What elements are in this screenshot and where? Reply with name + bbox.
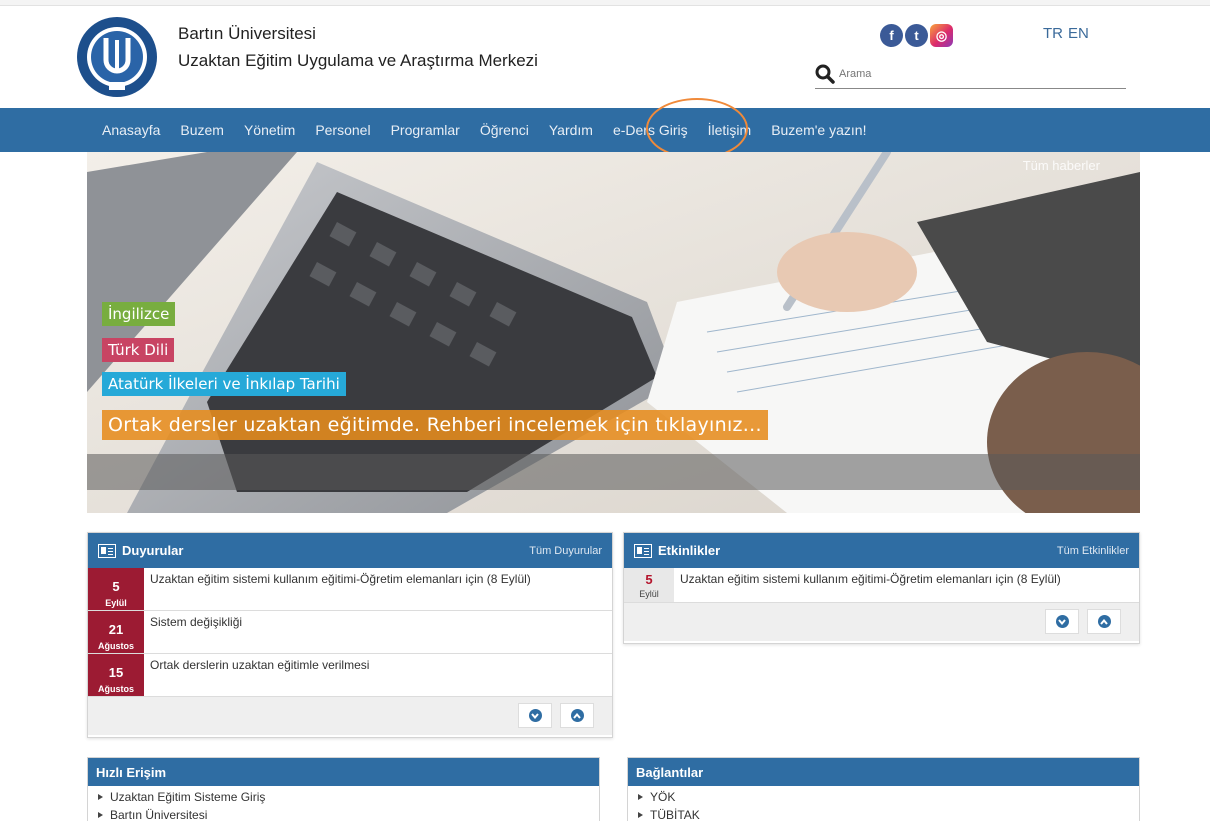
search-input[interactable] [839,68,1119,80]
date-badge: 5 Eylül [624,568,674,602]
lang-tr[interactable]: TR [1043,25,1063,42]
all-announcements-link[interactable]: Tüm Duyurular [529,545,602,557]
announcements-panel: Duyurular Tüm Duyurular 5 Eylül Uzaktan … [87,532,613,738]
quick-access-title: Hızlı Erişim [96,764,167,780]
chevron-down-icon [1055,615,1069,628]
twitter-icon[interactable]: t [905,24,928,47]
university-logo[interactable] [76,16,158,98]
main-nav: Anasayfa Buzem Yönetim Personel Programl… [0,108,1210,152]
lang-en[interactable]: EN [1068,25,1089,42]
nav-programlar[interactable]: Programlar [391,122,460,138]
date-day: 5 [112,579,120,594]
events-panel: Etkinlikler Tüm Etkinlikler 5 Eylül Uzak… [623,532,1140,644]
date-month: Eylül [639,588,659,599]
date-month: Ağustos [98,684,134,694]
announcements-footer [88,697,612,735]
facebook-icon[interactable]: f [880,24,903,47]
announcements-title: Duyurular [122,543,184,558]
announcement-item[interactable]: 21 Ağustos Sistem değişikliği [88,611,612,654]
all-news-link[interactable]: Tüm haberler [1023,158,1100,173]
date-badge: 15 Ağustos [88,654,144,696]
hero-cta[interactable]: Ortak dersler uzaktan eğitimde. Rehberi … [102,410,768,440]
date-badge: 5 Eylül [88,568,144,610]
language-switcher: TR EN [1043,25,1089,42]
scroll-up-button[interactable] [1087,609,1121,634]
nav-yonetim[interactable]: Yönetim [244,122,295,138]
date-day: 21 [108,622,124,637]
quick-link-item[interactable]: Uzaktan Eğitim Sisteme Giriş [98,790,589,804]
quick-access-panel: Hızlı Erişim Uzaktan Eğitim Sisteme Giri… [87,757,600,821]
tag-english[interactable]: İngilizce [102,302,176,326]
page: Bartın Üniversitesi Uzaktan Eğitim Uygul… [0,0,1210,821]
date-day: 15 [108,665,124,680]
chevron-down-icon [528,709,542,722]
scroll-down-button[interactable] [518,703,552,728]
search-icon[interactable] [815,64,835,84]
link-item[interactable]: YÖK [638,790,1129,804]
date-month: Eylül [105,598,127,608]
events-header: Etkinlikler Tüm Etkinlikler [624,533,1139,568]
instagram-icon[interactable]: ◎ [930,24,953,47]
news-icon [98,543,116,558]
nav-buzeme-yazin[interactable]: Buzem'e yazın! [771,122,866,138]
links-panel: Bağlantılar YÖK TÜBİTAK [627,757,1140,821]
announcement-item[interactable]: 15 Ağustos Ortak derslerin uzaktan eğiti… [88,654,612,697]
event-text[interactable]: Uzaktan eğitim sistemi kullanım eğitimi-… [674,568,1067,602]
date-month: Ağustos [98,641,134,651]
event-item[interactable]: 5 Eylül Uzaktan eğitim sistemi kullanım … [624,568,1139,603]
hero-slider[interactable]: Tüm haberler İngilizce Türk Dili Atatürk… [87,152,1140,513]
announcement-text[interactable]: Sistem değişikliği [144,611,248,653]
announcement-text[interactable]: Uzaktan eğitim sistemi kullanım eğitimi-… [144,568,537,610]
tag-ataturk[interactable]: Atatürk İlkeleri ve İnkılap Tarihi [102,372,346,396]
links-title: Bağlantılar [636,764,704,780]
social-links: f t ◎ [880,24,953,47]
all-events-link[interactable]: Tüm Etkinlikler [1057,545,1129,557]
date-badge: 21 Ağustos [88,611,144,653]
scroll-down-button[interactable] [1045,609,1079,634]
chevron-up-icon [570,709,584,722]
top-strip [0,0,1210,6]
nav-anasayfa[interactable]: Anasayfa [102,122,160,138]
search-box [815,60,1126,89]
links-header: Bağlantılar [628,758,1139,786]
tag-turkish[interactable]: Türk Dili [102,338,175,362]
hero-caption-bar [87,454,1140,490]
nav-yardim[interactable]: Yardım [549,122,593,138]
announcement-item[interactable]: 5 Eylül Uzaktan eğitim sistemi kullanım … [88,568,612,611]
events-title: Etkinlikler [658,543,721,558]
nav-iletisim[interactable]: İletişim [708,122,752,138]
quick-access-header: Hızlı Erişim [88,758,599,786]
center-name[interactable]: Uzaktan Eğitim Uygulama ve Araştırma Mer… [178,51,538,71]
news-icon [634,543,652,558]
nav-ogrenci[interactable]: Öğrenci [480,122,529,138]
quick-link-item[interactable]: Bartın Üniversitesi [98,808,589,821]
nav-personel[interactable]: Personel [315,122,370,138]
date-day: 5 [645,571,653,587]
scroll-up-button[interactable] [560,703,594,728]
announcement-text[interactable]: Ortak derslerin uzaktan eğitimle verilme… [144,654,375,696]
announcements-header: Duyurular Tüm Duyurular [88,533,612,568]
nav-buzem[interactable]: Buzem [180,122,224,138]
nav-e-ders-giris[interactable]: e-Ders Giriş [613,122,688,138]
university-name[interactable]: Bartın Üniversitesi [178,24,316,44]
events-footer [624,603,1139,641]
chevron-up-icon [1097,615,1111,628]
link-item[interactable]: TÜBİTAK [638,808,1129,821]
